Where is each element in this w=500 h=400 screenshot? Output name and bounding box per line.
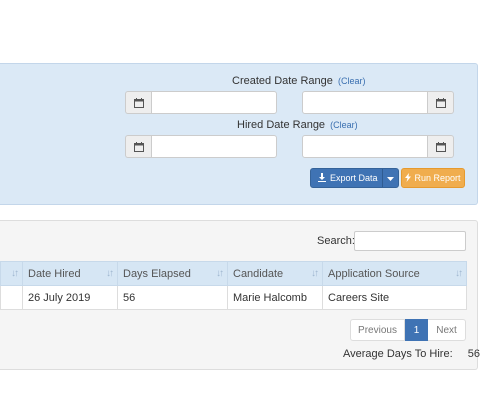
- hired-date-range-label: Hired Date Range (Clear): [237, 119, 358, 131]
- filter-panel: Created Date Range (Clear) Hired Date Ra…: [0, 63, 478, 205]
- created-from-input[interactable]: [151, 91, 277, 114]
- export-data-main[interactable]: Export Data: [311, 169, 383, 187]
- column-header-date-hired[interactable]: Date Hired ↓↑: [22, 261, 118, 286]
- table-cell-candidate: Marie Halcomb: [227, 285, 323, 310]
- table-cell-date-hired: 26 July 2019: [22, 285, 118, 310]
- next-page-button[interactable]: Next: [428, 319, 466, 341]
- results-table: ↓↑ Date Hired ↓↑ Days Elapsed ↓↑ Candidate…: [0, 261, 467, 310]
- hired-to-input[interactable]: [302, 135, 428, 158]
- column-header-hidden[interactable]: ↓↑: [0, 261, 23, 286]
- results-panel: Search: ↓↑ Date Hired ↓↑ Days Elapsed ↓↑ C…: [0, 220, 480, 370]
- table-cell-application-source: Careers Site: [322, 285, 467, 310]
- hired-from-input[interactable]: [151, 135, 277, 158]
- average-days-value: 56: [467, 348, 480, 360]
- created-date-range-label: Created Date Range (Clear): [232, 75, 366, 87]
- average-days-to-hire: Average Days To Hire: 56: [343, 348, 480, 360]
- created-to-group: [302, 91, 454, 114]
- column-header-days-elapsed[interactable]: Days Elapsed ↓↑: [117, 261, 228, 286]
- calendar-icon[interactable]: [125, 135, 151, 158]
- table-row: 26 July 2019 56 Marie Halcomb Careers Si…: [0, 285, 467, 310]
- sort-icon: ↓↑: [455, 268, 463, 279]
- search-input[interactable]: [354, 231, 466, 251]
- previous-page-button[interactable]: Previous: [350, 319, 405, 341]
- export-options-toggle[interactable]: [383, 173, 398, 183]
- download-icon: [318, 172, 326, 184]
- hired-to-group: [302, 135, 454, 158]
- sort-icon: ↓↑: [216, 268, 224, 279]
- sort-icon: ↓↑: [11, 268, 19, 279]
- average-days-label: Average Days To Hire:: [343, 348, 453, 360]
- created-to-input[interactable]: [302, 91, 428, 114]
- column-header-candidate[interactable]: Candidate ↓↑: [227, 261, 323, 286]
- caret-down-icon: [387, 173, 394, 183]
- page-1-button[interactable]: 1: [405, 319, 428, 341]
- search-label: Search:: [317, 235, 355, 247]
- hired-from-group: [125, 135, 277, 158]
- hired-clear-link[interactable]: (Clear): [330, 120, 358, 130]
- sort-icon: ↓↑: [311, 268, 319, 279]
- table-cell-days-elapsed: 56: [117, 285, 228, 310]
- table-header-row: ↓↑ Date Hired ↓↑ Days Elapsed ↓↑ Candidate…: [0, 261, 467, 286]
- export-data-button[interactable]: Export Data: [310, 168, 399, 188]
- bolt-icon: [405, 172, 412, 184]
- table-cell: [0, 285, 23, 310]
- calendar-icon[interactable]: [125, 91, 151, 114]
- calendar-icon[interactable]: [428, 135, 454, 158]
- run-report-button[interactable]: Run Report: [401, 168, 465, 188]
- calendar-icon[interactable]: [428, 91, 454, 114]
- created-from-group: [125, 91, 277, 114]
- created-clear-link[interactable]: (Clear): [338, 76, 366, 86]
- pagination: Previous 1 Next: [350, 319, 466, 341]
- sort-icon: ↓↑: [106, 268, 114, 279]
- column-header-application-source[interactable]: Application Source ↓↑: [322, 261, 467, 286]
